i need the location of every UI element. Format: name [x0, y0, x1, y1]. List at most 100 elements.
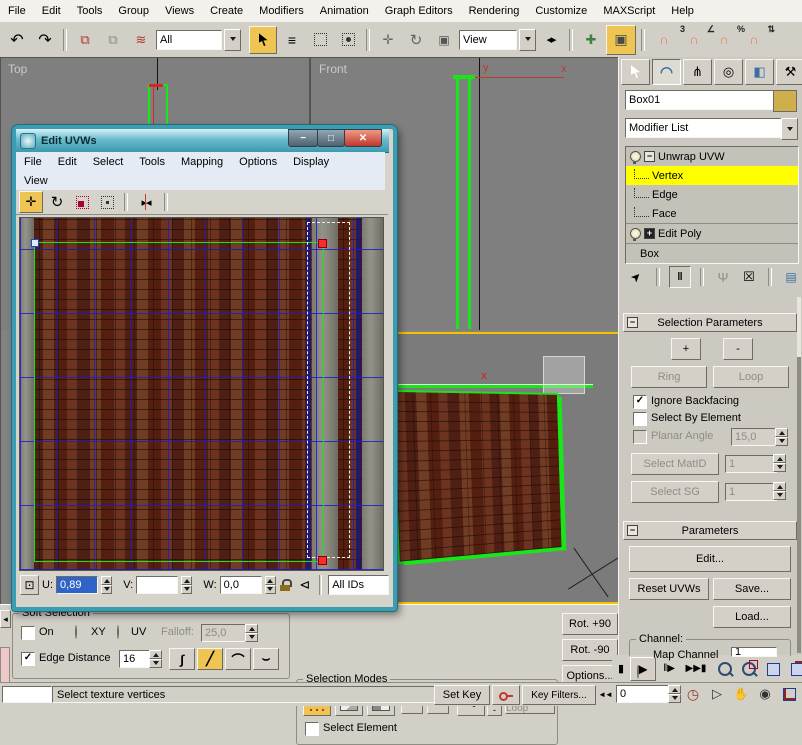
close-button[interactable]: ✕	[344, 129, 382, 147]
dlg-menu-options[interactable]: Options	[231, 152, 285, 171]
select-rotate-icon[interactable]	[403, 27, 429, 53]
uv-canvas[interactable]	[19, 217, 384, 571]
v-field[interactable]	[136, 576, 178, 594]
zoom-extents-icon[interactable]	[762, 659, 784, 679]
matid-spinner[interactable]	[773, 454, 786, 472]
tab-motion[interactable]: ◎	[714, 59, 743, 85]
rectangular-region-icon[interactable]	[307, 27, 333, 53]
pin-stack-icon[interactable]: ➤	[621, 262, 651, 292]
current-frame-field[interactable]: 0	[616, 685, 674, 703]
soft-selection-on-checkbox[interactable]	[21, 626, 35, 640]
selection-parameters-header[interactable]: − Selection Parameters	[623, 313, 797, 332]
redo-icon[interactable]	[32, 27, 58, 53]
dlg-menu-display[interactable]: Display	[285, 152, 337, 171]
mirror-icon[interactable]	[538, 27, 564, 53]
key-mode-toggle[interactable]: ◄◄	[596, 685, 614, 703]
selection-filter-dropdown[interactable]: All	[156, 30, 222, 50]
undo-icon[interactable]	[4, 27, 30, 53]
collapse-icon[interactable]: −	[644, 151, 655, 162]
scrollbar-thumb[interactable]	[797, 297, 801, 357]
reference-coordsys-dropdown[interactable]: View	[459, 30, 517, 50]
stack-row-editpoly[interactable]: + Edit Poly	[626, 224, 798, 244]
stack-row-unwrap[interactable]: − Unwrap UVW	[626, 147, 798, 166]
uv-rotate-icon[interactable]	[46, 192, 68, 212]
select-and-link-icon[interactable]	[72, 27, 98, 53]
v-spinner[interactable]	[181, 576, 192, 594]
stack-row-face[interactable]: Face	[626, 204, 798, 224]
save-uvws-button[interactable]: Save...	[713, 578, 791, 600]
maximize-viewport-toggle[interactable]	[778, 685, 800, 703]
planar-angle-field[interactable]: 15,0	[731, 428, 779, 446]
set-key-button[interactable]: Set Key	[434, 685, 490, 705]
menu-animation[interactable]: Animation	[312, 0, 377, 22]
dlg-menu-edit[interactable]: Edit	[50, 152, 85, 171]
next-frame-button[interactable]: ‖▶	[658, 658, 680, 678]
map-channel-field[interactable]: 1	[731, 647, 777, 657]
percent-snap-icon[interactable]: %	[710, 27, 738, 53]
select-matid-button[interactable]: Select MatID	[631, 453, 719, 475]
tab-modify[interactable]: ◠	[652, 59, 681, 85]
time-configuration-icon[interactable]	[684, 685, 702, 703]
u-spinner[interactable]	[101, 576, 112, 594]
falloff-smooth-button[interactable]: ∫	[169, 648, 195, 670]
previous-frame-button[interactable]: ▮	[614, 658, 628, 678]
uv-scale-icon[interactable]	[71, 192, 93, 212]
remove-modifier-icon[interactable]: ☒	[739, 267, 759, 287]
viewport-perspective[interactable]: x	[391, 332, 621, 604]
modifier-list-dropdown[interactable]: Modifier List	[625, 118, 789, 138]
modifier-list-arrow[interactable]	[781, 118, 798, 140]
field-of-view-icon[interactable]: ▷	[706, 685, 728, 703]
configure-modifier-sets-icon[interactable]: ▤	[781, 267, 801, 287]
edge-distance-spinner[interactable]	[149, 650, 162, 668]
window-crossing-icon[interactable]	[335, 27, 361, 53]
parameters-header[interactable]: − Parameters	[623, 521, 797, 540]
sg-field[interactable]: 1	[725, 483, 777, 501]
select-sg-button[interactable]: Select SG	[631, 481, 719, 503]
stack-row-box[interactable]: Box	[626, 244, 798, 263]
falloff-spinner[interactable]	[245, 624, 258, 642]
scroll-left-arrow[interactable]: ◂	[0, 610, 11, 628]
stack-row-vertex[interactable]: Vertex	[626, 166, 798, 185]
uv-radio[interactable]	[117, 625, 119, 639]
object-color-swatch[interactable]	[773, 90, 797, 112]
falloff-linear-button[interactable]: ╱	[197, 648, 223, 670]
go-to-end-button[interactable]: ▶▶▮	[684, 658, 708, 678]
xy-radio[interactable]	[75, 625, 77, 639]
arc-rotate-icon[interactable]: ◉	[754, 685, 776, 703]
load-uvws-button[interactable]: Load...	[713, 606, 791, 628]
unlink-selection-icon[interactable]	[100, 27, 126, 53]
mini-listener-pink[interactable]	[0, 647, 10, 683]
menu-views[interactable]: Views	[157, 0, 202, 22]
lock-selected-vertices-icon[interactable]	[279, 576, 294, 594]
absolute-mode-toggle[interactable]: ⊡	[20, 575, 39, 595]
dlg-menu-file[interactable]: File	[16, 152, 50, 171]
edge-distance-checkbox[interactable]: ✓	[21, 652, 35, 666]
map-channel-radio[interactable]	[637, 665, 639, 679]
menu-graph-editors[interactable]: Graph Editors	[377, 0, 461, 22]
edit-uvws-button[interactable]: Edit...	[629, 546, 791, 572]
grow-uv-button[interactable]: +	[671, 338, 701, 360]
falloff-fast-button[interactable]: ⌣	[253, 648, 279, 670]
uv-selection-rectangle[interactable]	[34, 242, 324, 562]
loop-button[interactable]: Loop	[713, 366, 789, 388]
matid-filter-dropdown[interactable]: All IDs	[328, 575, 389, 595]
dlg-menu-select[interactable]: Select	[85, 152, 132, 171]
zoom-all-icon[interactable]	[738, 659, 760, 679]
menu-file[interactable]: File	[0, 0, 34, 22]
filter-selected-faces-icon[interactable]: ⊲	[297, 576, 312, 594]
ignore-backfacing-checkbox[interactable]: ✓	[633, 395, 647, 409]
w-field[interactable]: 0,0	[220, 576, 262, 594]
select-element-checkbox[interactable]	[305, 722, 319, 736]
menu-customize[interactable]: Customize	[527, 0, 595, 22]
menu-modifiers[interactable]: Modifiers	[251, 0, 312, 22]
uv-mirror-icon[interactable]: ▸◂	[134, 192, 158, 212]
select-object-button[interactable]	[249, 26, 277, 54]
lightbulb-icon[interactable]	[630, 151, 641, 162]
expand-icon[interactable]: +	[644, 228, 655, 239]
dlg-menu-mapping[interactable]: Mapping	[173, 152, 231, 171]
lightbulb-icon[interactable]	[630, 228, 641, 239]
selection-filter-arrow[interactable]	[224, 29, 241, 51]
select-and-manipulate-icon[interactable]	[578, 27, 604, 53]
menu-edit[interactable]: Edit	[34, 0, 69, 22]
minimize-button[interactable]: −	[288, 129, 318, 147]
